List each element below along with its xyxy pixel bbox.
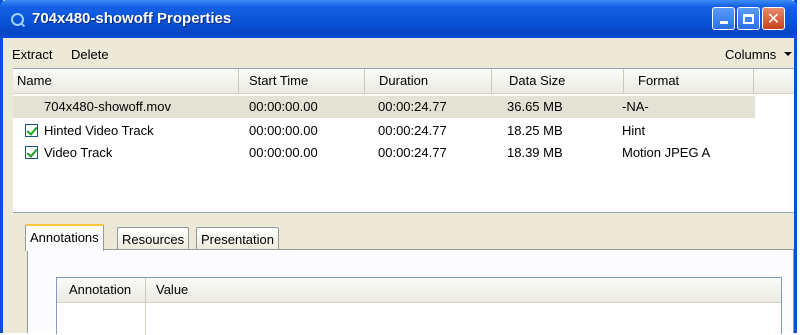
track-duration: 00:00:24.77 bbox=[378, 123, 447, 138]
track-enabled-checkbox[interactable] bbox=[25, 124, 38, 137]
track-data-size: 18.25 MB bbox=[507, 123, 563, 138]
window-title: 704x480-showoff Properties bbox=[32, 10, 232, 27]
annotations-panel: Annotation Value bbox=[27, 249, 794, 335]
column-header-value[interactable]: Value bbox=[146, 278, 781, 302]
column-divider bbox=[145, 302, 146, 335]
column-header-name[interactable]: Name bbox=[13, 69, 239, 93]
tracks-list[interactable]: Name Start Time Duration Data Size Forma… bbox=[13, 68, 794, 213]
annotations-table-header: Annotation Value bbox=[57, 278, 781, 303]
delete-button[interactable]: Delete bbox=[71, 47, 109, 62]
toolbar: Extract Delete Columns bbox=[3, 38, 794, 68]
columns-menu-button[interactable]: Columns bbox=[725, 47, 776, 62]
extract-button[interactable]: Extract bbox=[12, 47, 52, 62]
track-start-time: 00:00:00.00 bbox=[249, 145, 318, 160]
track-format: -NA- bbox=[622, 99, 649, 114]
track-name: Hinted Video Track bbox=[44, 123, 154, 138]
column-header-start-time[interactable]: Start Time bbox=[239, 69, 365, 93]
maximize-icon bbox=[743, 13, 754, 24]
properties-window: 704x480-showoff Properties ✕ Extract Del… bbox=[0, 0, 797, 335]
minimize-button[interactable] bbox=[712, 7, 735, 30]
quicktime-icon bbox=[11, 13, 24, 26]
table-row[interactable]: 704x480-showoff.mov 00:00:00.00 00:00:24… bbox=[13, 96, 794, 118]
track-format: Hint bbox=[622, 123, 646, 138]
tracks-list-header: Name Start Time Duration Data Size Forma… bbox=[13, 69, 794, 94]
table-row[interactable]: Video Track 00:00:00.00 00:00:24.77 18.3… bbox=[13, 142, 794, 164]
track-data-size: 18.39 MB bbox=[507, 145, 563, 160]
track-data-size: 36.65 MB bbox=[507, 99, 563, 114]
column-header-annotation[interactable]: Annotation bbox=[57, 278, 146, 302]
tab-resources[interactable]: Resources bbox=[117, 227, 190, 251]
tab-presentation[interactable]: Presentation bbox=[196, 227, 279, 251]
track-enabled-checkbox[interactable] bbox=[25, 146, 38, 159]
track-duration: 00:00:24.77 bbox=[378, 99, 447, 114]
table-row[interactable]: Hinted Video Track 00:00:00.00 00:00:24.… bbox=[13, 120, 794, 142]
column-header-data-size[interactable]: Data Size bbox=[492, 69, 624, 93]
track-name: 704x480-showoff.mov bbox=[44, 99, 171, 114]
close-button[interactable]: ✕ bbox=[762, 7, 785, 30]
chevron-down-icon[interactable] bbox=[784, 52, 792, 56]
track-format: Motion JPEG A bbox=[622, 145, 711, 160]
tab-annotations[interactable]: Annotations bbox=[25, 224, 104, 251]
track-start-time: 00:00:00.00 bbox=[249, 123, 318, 138]
annotations-table[interactable]: Annotation Value bbox=[56, 277, 782, 335]
track-start-time: 00:00:00.00 bbox=[249, 99, 318, 114]
details-tabs: Annotations Resources Presentation Annot… bbox=[13, 213, 794, 335]
column-header-format[interactable]: Format bbox=[624, 69, 754, 93]
window-edge bbox=[797, 0, 805, 333]
track-duration: 00:00:24.77 bbox=[378, 145, 447, 160]
column-header-duration[interactable]: Duration bbox=[365, 69, 492, 93]
close-icon: ✕ bbox=[766, 8, 781, 28]
maximize-button[interactable] bbox=[737, 7, 760, 30]
track-name: Video Track bbox=[44, 145, 113, 160]
minimize-icon bbox=[719, 21, 728, 24]
title-bar[interactable]: 704x480-showoff Properties ✕ bbox=[0, 0, 797, 38]
